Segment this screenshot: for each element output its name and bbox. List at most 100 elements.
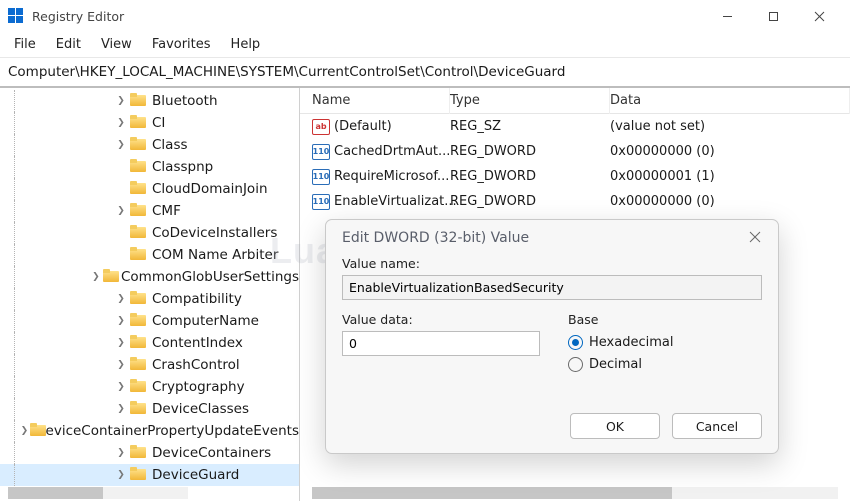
tree-item-contentindex[interactable]: ❯ContentIndex <box>0 332 299 354</box>
edit-dword-dialog: Edit DWORD (32-bit) Value Value name: Va… <box>325 219 779 454</box>
chevron-right-icon[interactable]: ❯ <box>114 94 128 108</box>
tree-item-label: Class <box>152 137 188 153</box>
tree-item-cmf[interactable]: ❯CMF <box>0 200 299 222</box>
value-data: 0x00000000 (0) <box>610 144 850 159</box>
minimize-button[interactable] <box>704 0 750 32</box>
tree-item-crashcontrol[interactable]: ❯ CrashControl <box>0 354 299 376</box>
chevron-right-icon[interactable]: ❯ <box>114 380 128 394</box>
folder-icon <box>130 468 148 482</box>
maximize-button[interactable] <box>750 0 796 32</box>
folder-icon <box>130 314 148 328</box>
chevron-right-icon[interactable]: ❯ <box>114 402 128 416</box>
chevron-right-icon[interactable]: ❯ <box>114 204 128 218</box>
tree-panel: ❯Bluetooth❯CI❯ClassClasspnpCloudDomainJo… <box>0 88 300 501</box>
menu-file[interactable]: File <box>4 33 46 56</box>
tree-item-label: Cryptography <box>152 379 245 395</box>
tree-item-clouddomainjoin[interactable]: CloudDomainJoin <box>0 178 299 200</box>
tree-item-computername[interactable]: ❯ComputerName <box>0 310 299 332</box>
tree-item-classpnp[interactable]: Classpnp <box>0 156 299 178</box>
tree-item-devicecontainers[interactable]: ❯DeviceContainers <box>0 442 299 464</box>
tree-item-deviceclasses[interactable]: ❯DeviceClasses <box>0 398 299 420</box>
tree-item-label: DeviceContainerPropertyUpdateEvents <box>35 423 299 439</box>
radio-decimal[interactable]: Decimal <box>568 353 762 375</box>
folder-icon <box>130 204 148 218</box>
value-data-input[interactable] <box>342 331 540 356</box>
chevron-right-icon[interactable]: ❯ <box>114 314 128 328</box>
chevron-right-icon[interactable]: ❯ <box>114 358 128 372</box>
list-header: Name Type Data <box>300 88 850 114</box>
tree-item-compatibility[interactable]: ❯ Compatibility <box>0 288 299 310</box>
window-controls <box>704 0 842 32</box>
value-type: REG_DWORD <box>450 169 610 184</box>
menu-help[interactable]: Help <box>221 33 271 56</box>
tree-item-commonglobusersettings[interactable]: ❯ CommonGlobUserSettings <box>0 266 299 288</box>
tree-item-devicecontainerpropertyupdateevents[interactable]: ❯ DeviceContainerPropertyUpdateEvents <box>0 420 299 442</box>
folder-icon <box>130 94 148 108</box>
tree-item-deviceguard[interactable]: ❯ DeviceGuard <box>0 464 299 486</box>
chevron-right-icon <box>114 160 128 174</box>
folder-icon <box>130 138 148 152</box>
tree-item-cryptography[interactable]: ❯ Cryptography <box>0 376 299 398</box>
tree-item-label: DeviceGuard <box>152 467 239 483</box>
value-name-label: Value name: <box>342 256 762 271</box>
list-row[interactable]: 110CachedDrtmAut...REG_DWORD0x00000000 (… <box>300 139 850 164</box>
chevron-right-icon[interactable]: ❯ <box>114 292 128 306</box>
value-name: (Default) <box>334 119 392 134</box>
radio-hexadecimal[interactable]: Hexadecimal <box>568 331 762 353</box>
chevron-right-icon[interactable]: ❯ <box>114 468 128 482</box>
list-row[interactable]: 110RequireMicrosof...REG_DWORD0x00000001… <box>300 164 850 189</box>
chevron-right-icon[interactable]: ❯ <box>114 446 128 460</box>
cancel-button[interactable]: Cancel <box>672 413 762 439</box>
value-name-input[interactable] <box>342 275 762 300</box>
tree-item-label: CI <box>152 115 165 131</box>
window-title: Registry Editor <box>32 9 704 24</box>
menu-favorites[interactable]: Favorites <box>142 33 221 56</box>
tree-item-com-name-arbiter[interactable]: COM Name Arbiter <box>0 244 299 266</box>
tree-item-class[interactable]: ❯ Class <box>0 134 299 156</box>
chevron-right-icon[interactable]: ❯ <box>91 270 102 284</box>
tree-scrollbar-horizontal[interactable] <box>8 487 188 499</box>
address-bar[interactable]: Computer\HKEY_LOCAL_MACHINE\SYSTEM\Curre… <box>0 58 850 88</box>
menubar: File Edit View Favorites Help <box>0 32 850 58</box>
reg-dword-icon: 110 <box>312 144 330 160</box>
chevron-right-icon[interactable]: ❯ <box>21 424 29 438</box>
tree-item-label: COM Name Arbiter <box>152 247 278 263</box>
folder-icon <box>130 160 148 174</box>
folder-icon <box>103 270 117 284</box>
menu-view[interactable]: View <box>91 33 142 56</box>
tree-item-codeviceinstallers[interactable]: CoDeviceInstallers <box>0 222 299 244</box>
reg-dword-icon: 110 <box>312 169 330 185</box>
value-data: 0x00000001 (1) <box>610 169 850 184</box>
tree-item-label: CommonGlobUserSettings <box>121 269 299 285</box>
value-name: CachedDrtmAut... <box>334 144 450 159</box>
ok-button[interactable]: OK <box>570 413 660 439</box>
chevron-right-icon[interactable]: ❯ <box>114 116 128 130</box>
column-header-type[interactable]: Type <box>450 88 610 114</box>
radio-dec-label: Decimal <box>589 357 642 372</box>
tree-item-ci[interactable]: ❯ CI <box>0 112 299 134</box>
menu-edit[interactable]: Edit <box>46 33 91 56</box>
tree-item-bluetooth[interactable]: ❯Bluetooth <box>0 90 299 112</box>
value-type: REG_DWORD <box>450 194 610 209</box>
reg-string-icon: ab <box>312 119 330 135</box>
folder-icon <box>130 380 148 394</box>
titlebar: Registry Editor <box>0 0 850 32</box>
list-row[interactable]: 110EnableVirtualizat...REG_DWORD0x000000… <box>300 189 850 214</box>
base-label: Base <box>568 312 762 327</box>
tree-item-label: CloudDomainJoin <box>152 181 268 197</box>
close-button[interactable] <box>796 0 842 32</box>
value-type: REG_SZ <box>450 119 610 134</box>
chevron-right-icon <box>114 226 128 240</box>
tree-item-label: Classpnp <box>152 159 213 175</box>
chevron-right-icon[interactable]: ❯ <box>114 138 128 152</box>
chevron-right-icon[interactable]: ❯ <box>114 336 128 350</box>
dialog-close-button[interactable] <box>748 230 764 246</box>
tree-item-label: CrashControl <box>152 357 240 373</box>
tree-item-label: Compatibility <box>152 291 242 307</box>
column-header-name[interactable]: Name <box>300 88 450 114</box>
list-scrollbar-horizontal[interactable] <box>312 487 838 499</box>
list-row[interactable]: ab(Default)REG_SZ(value not set) <box>300 114 850 139</box>
column-header-data[interactable]: Data <box>610 88 850 114</box>
chevron-right-icon <box>114 182 128 196</box>
folder-icon <box>130 402 148 416</box>
